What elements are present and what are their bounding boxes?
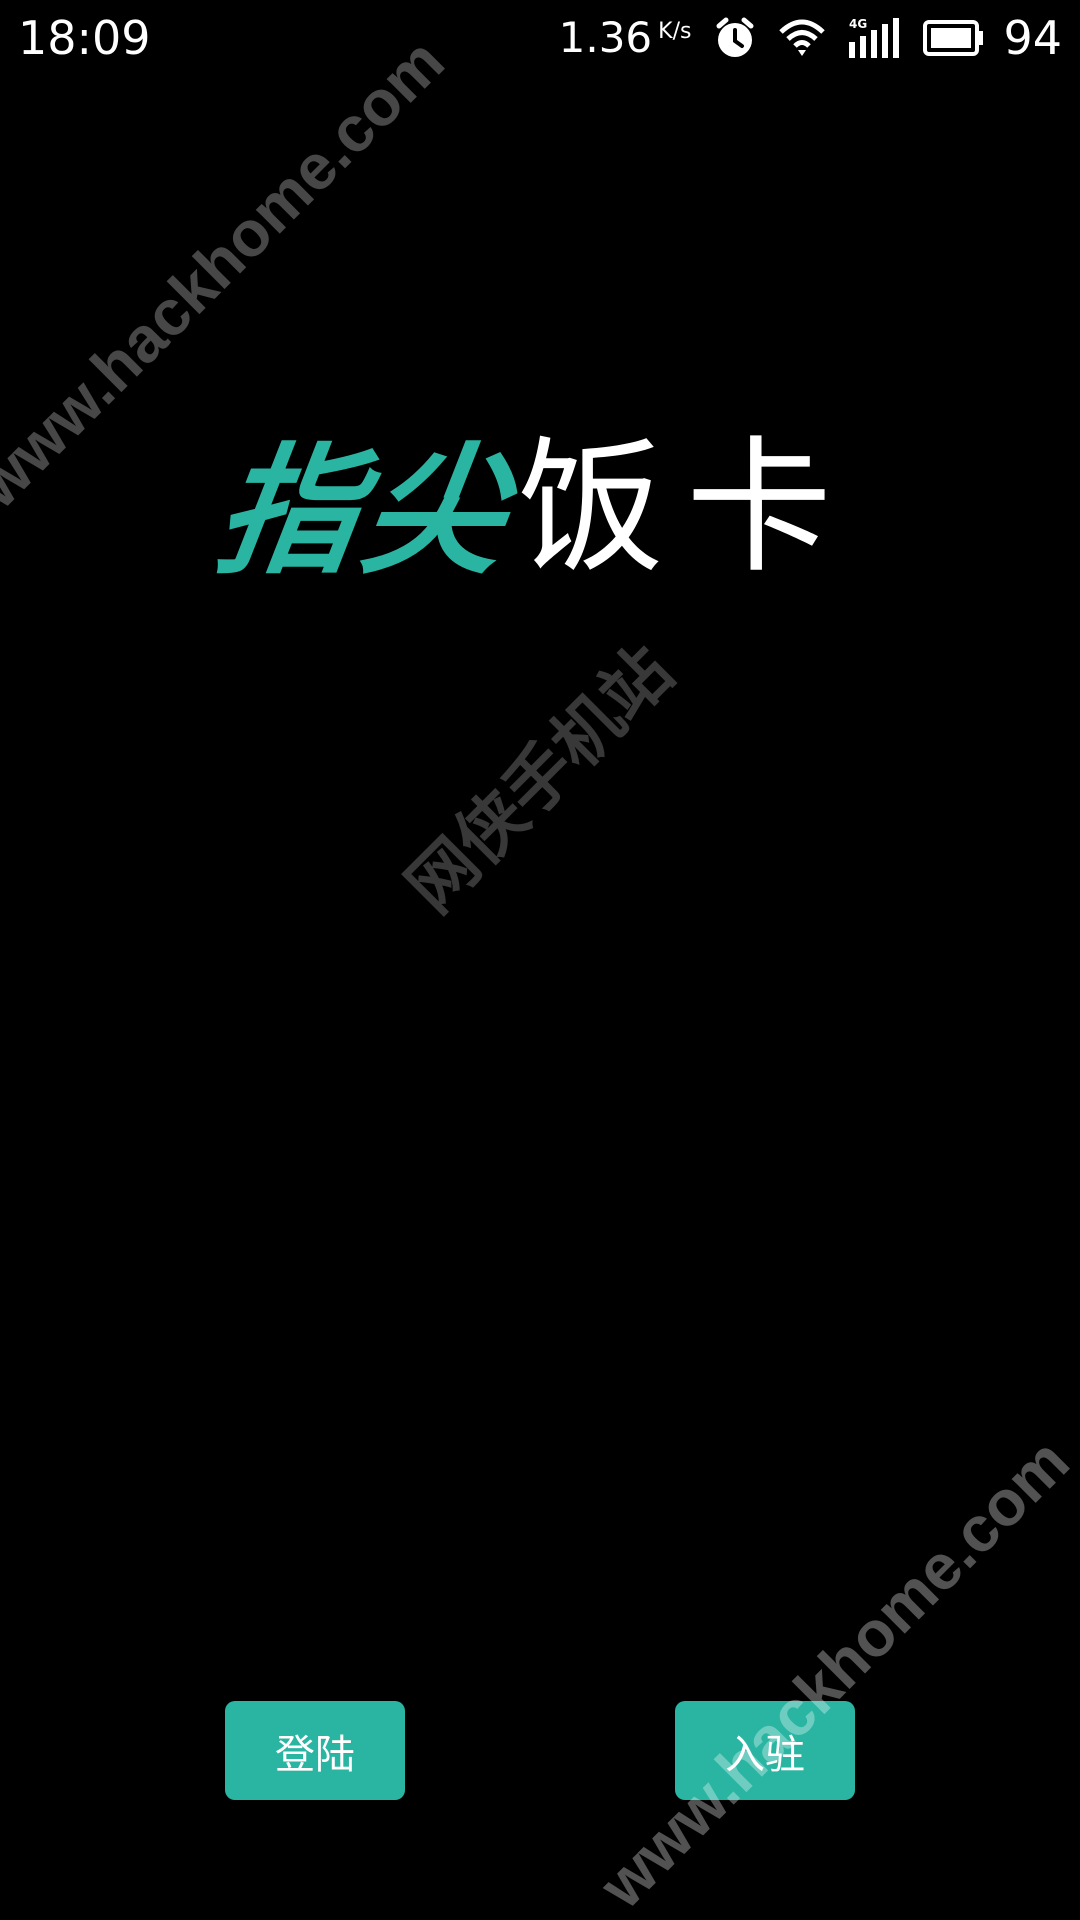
signal-4g-icon: 4G — [847, 16, 901, 60]
logo-text-white: 饭卡 — [518, 423, 855, 593]
network-speed: 1.36 K/s — [559, 10, 692, 66]
battery-level: 94 — [1003, 11, 1062, 65]
svg-text:4G: 4G — [849, 17, 867, 31]
app-logo: 指尖 饭卡 — [207, 398, 868, 598]
login-button[interactable]: 登陆 — [225, 1701, 405, 1800]
status-bar: 18:09 1.36 K/s 4G 94 — [0, 0, 1080, 76]
wifi-icon — [779, 18, 826, 58]
splash-screen: 18:09 1.36 K/s 4G 94 指尖 饭卡 www.hackhome.… — [0, 0, 1080, 1920]
watermark-bottom: www.hackhome.com — [585, 1424, 1080, 1920]
network-speed-value: 1.36 — [558, 13, 653, 62]
logo-text-accent: 指尖 — [206, 431, 522, 594]
watermark-center: 网侠手机站 — [392, 632, 687, 927]
status-icons: 1.36 K/s 4G 94 — [559, 10, 1062, 66]
network-speed-unit: K/s — [658, 19, 692, 44]
alarm-icon — [713, 16, 757, 60]
battery-icon — [923, 20, 985, 56]
join-button[interactable]: 入驻 — [675, 1701, 855, 1800]
status-time: 18:09 — [18, 11, 151, 65]
